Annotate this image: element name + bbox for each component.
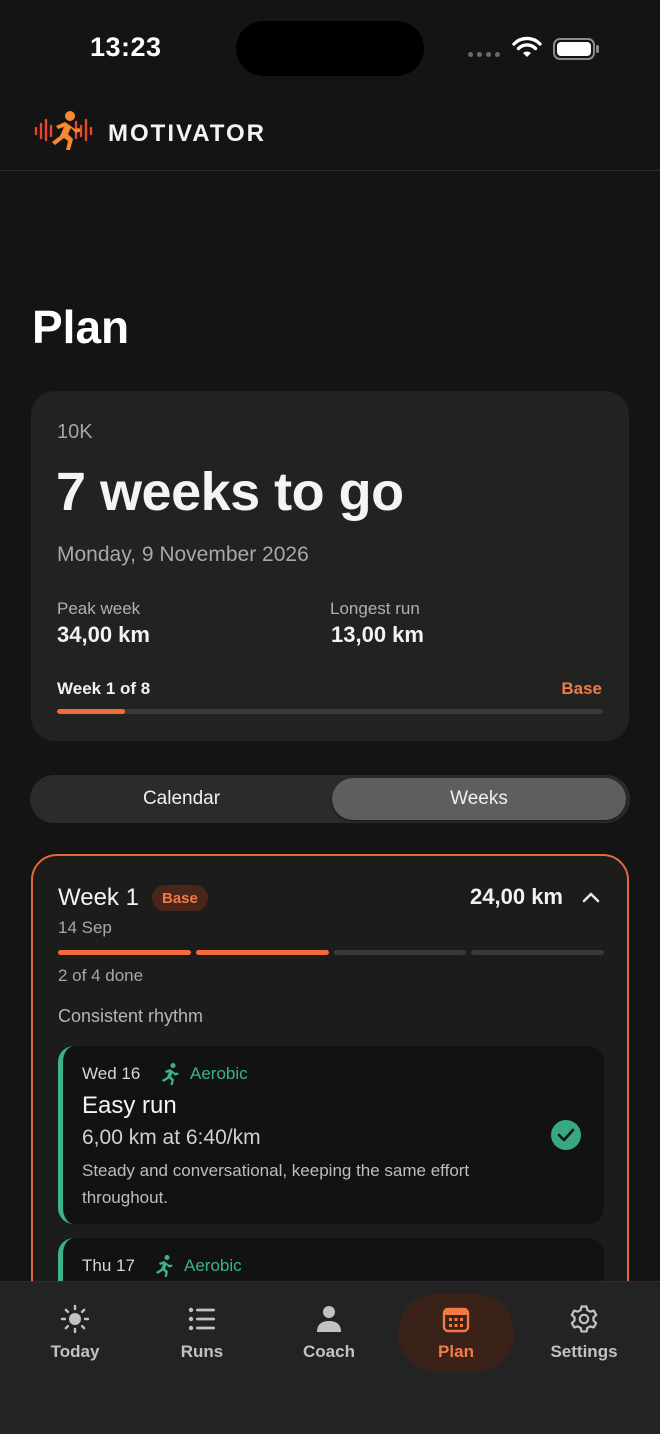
cellular-signal-icon: [468, 52, 500, 57]
nav-runs[interactable]: Runs: [144, 1294, 260, 1372]
app-header: MOTIVATOR: [0, 96, 660, 171]
view-toggle: Calendar Weeks: [30, 775, 630, 823]
app-title: MOTIVATOR: [108, 120, 266, 147]
workout-type: Aerobic: [184, 1256, 242, 1275]
week-completion-segment: [195, 950, 329, 955]
nav-settings[interactable]: Settings: [526, 1294, 642, 1372]
goal-race-date: Monday, 9 November 2026: [57, 543, 309, 566]
week-completion-segment: [58, 950, 191, 955]
goal-race-distance: 10K: [57, 421, 93, 443]
completed-check-icon: [551, 1120, 581, 1150]
week-distance: 24,00 km: [470, 884, 563, 909]
runner-icon: [156, 1255, 173, 1277]
weeks-tab[interactable]: Weeks: [332, 778, 626, 820]
nav-label: Today: [50, 1342, 100, 1361]
sun-icon: [60, 1304, 90, 1334]
list-icon: [188, 1307, 215, 1331]
week-title: Week 1: [58, 884, 139, 911]
week-start-date: 14 Sep: [58, 918, 112, 937]
runner-icon: [162, 1063, 179, 1085]
workout-type: Aerobic: [190, 1064, 248, 1083]
workout-day: Wed 16: [82, 1064, 141, 1083]
workout-description: Steady and conversational, keeping the s…: [82, 1161, 470, 1207]
runner-logo-icon: [34, 111, 93, 150]
plan-phase-label: Base: [561, 679, 602, 698]
week-completion-segment: [333, 950, 467, 955]
plan-progress-bar: [57, 709, 603, 714]
longest-run-label: Longest run: [330, 599, 420, 618]
calendar-tab[interactable]: Calendar: [33, 778, 330, 820]
person-icon: [317, 1306, 341, 1332]
status-bar: 13:23: [0, 0, 660, 96]
nav-coach[interactable]: Coach: [271, 1294, 387, 1372]
bottom-nav: Today Runs Coach Plan Settings: [0, 1281, 660, 1434]
nav-label: Coach: [303, 1342, 355, 1361]
battery-icon: [553, 38, 599, 60]
chevron-up-icon[interactable]: [581, 890, 601, 904]
calendar-icon: [442, 1307, 470, 1333]
phase-badge: Base: [152, 885, 208, 911]
plan-progress-fill: [57, 709, 126, 714]
nav-label: Plan: [438, 1342, 474, 1361]
week-done-count: 2 of 4 done: [58, 966, 144, 985]
workout-day: Thu 17: [82, 1256, 135, 1275]
dynamic-island: [236, 21, 424, 76]
gear-icon: [570, 1305, 598, 1333]
goal-countdown: 7 weeks to go: [56, 462, 404, 522]
longest-run-value: 13,00 km: [331, 622, 424, 647]
nav-plan[interactable]: Plan: [398, 1294, 514, 1372]
week-completion-bars: [58, 950, 604, 955]
plan-progress-label: Week 1 of 8: [57, 679, 151, 698]
week-focus: Consistent rhythm: [58, 1006, 204, 1026]
status-time: 13:23: [90, 32, 162, 62]
workout-detail: 6,00 km at 6:40/km: [82, 1126, 261, 1149]
peak-week-label: Peak week: [57, 599, 141, 618]
workout-title: Easy run: [82, 1092, 177, 1119]
nav-label: Runs: [180, 1342, 224, 1361]
peak-week-value: 34,00 km: [57, 622, 150, 647]
page-title: Plan: [32, 301, 130, 353]
nav-label: Settings: [550, 1342, 618, 1361]
workout-card[interactable]: Wed 16 Aerobic Easy run 6,00 km at 6:40/…: [58, 1046, 604, 1224]
wifi-icon: [512, 36, 542, 57]
nav-today[interactable]: Today: [17, 1294, 133, 1372]
week-completion-segment: [471, 950, 604, 955]
goal-card: 10K 7 weeks to go Monday, 9 November 202…: [31, 391, 629, 741]
